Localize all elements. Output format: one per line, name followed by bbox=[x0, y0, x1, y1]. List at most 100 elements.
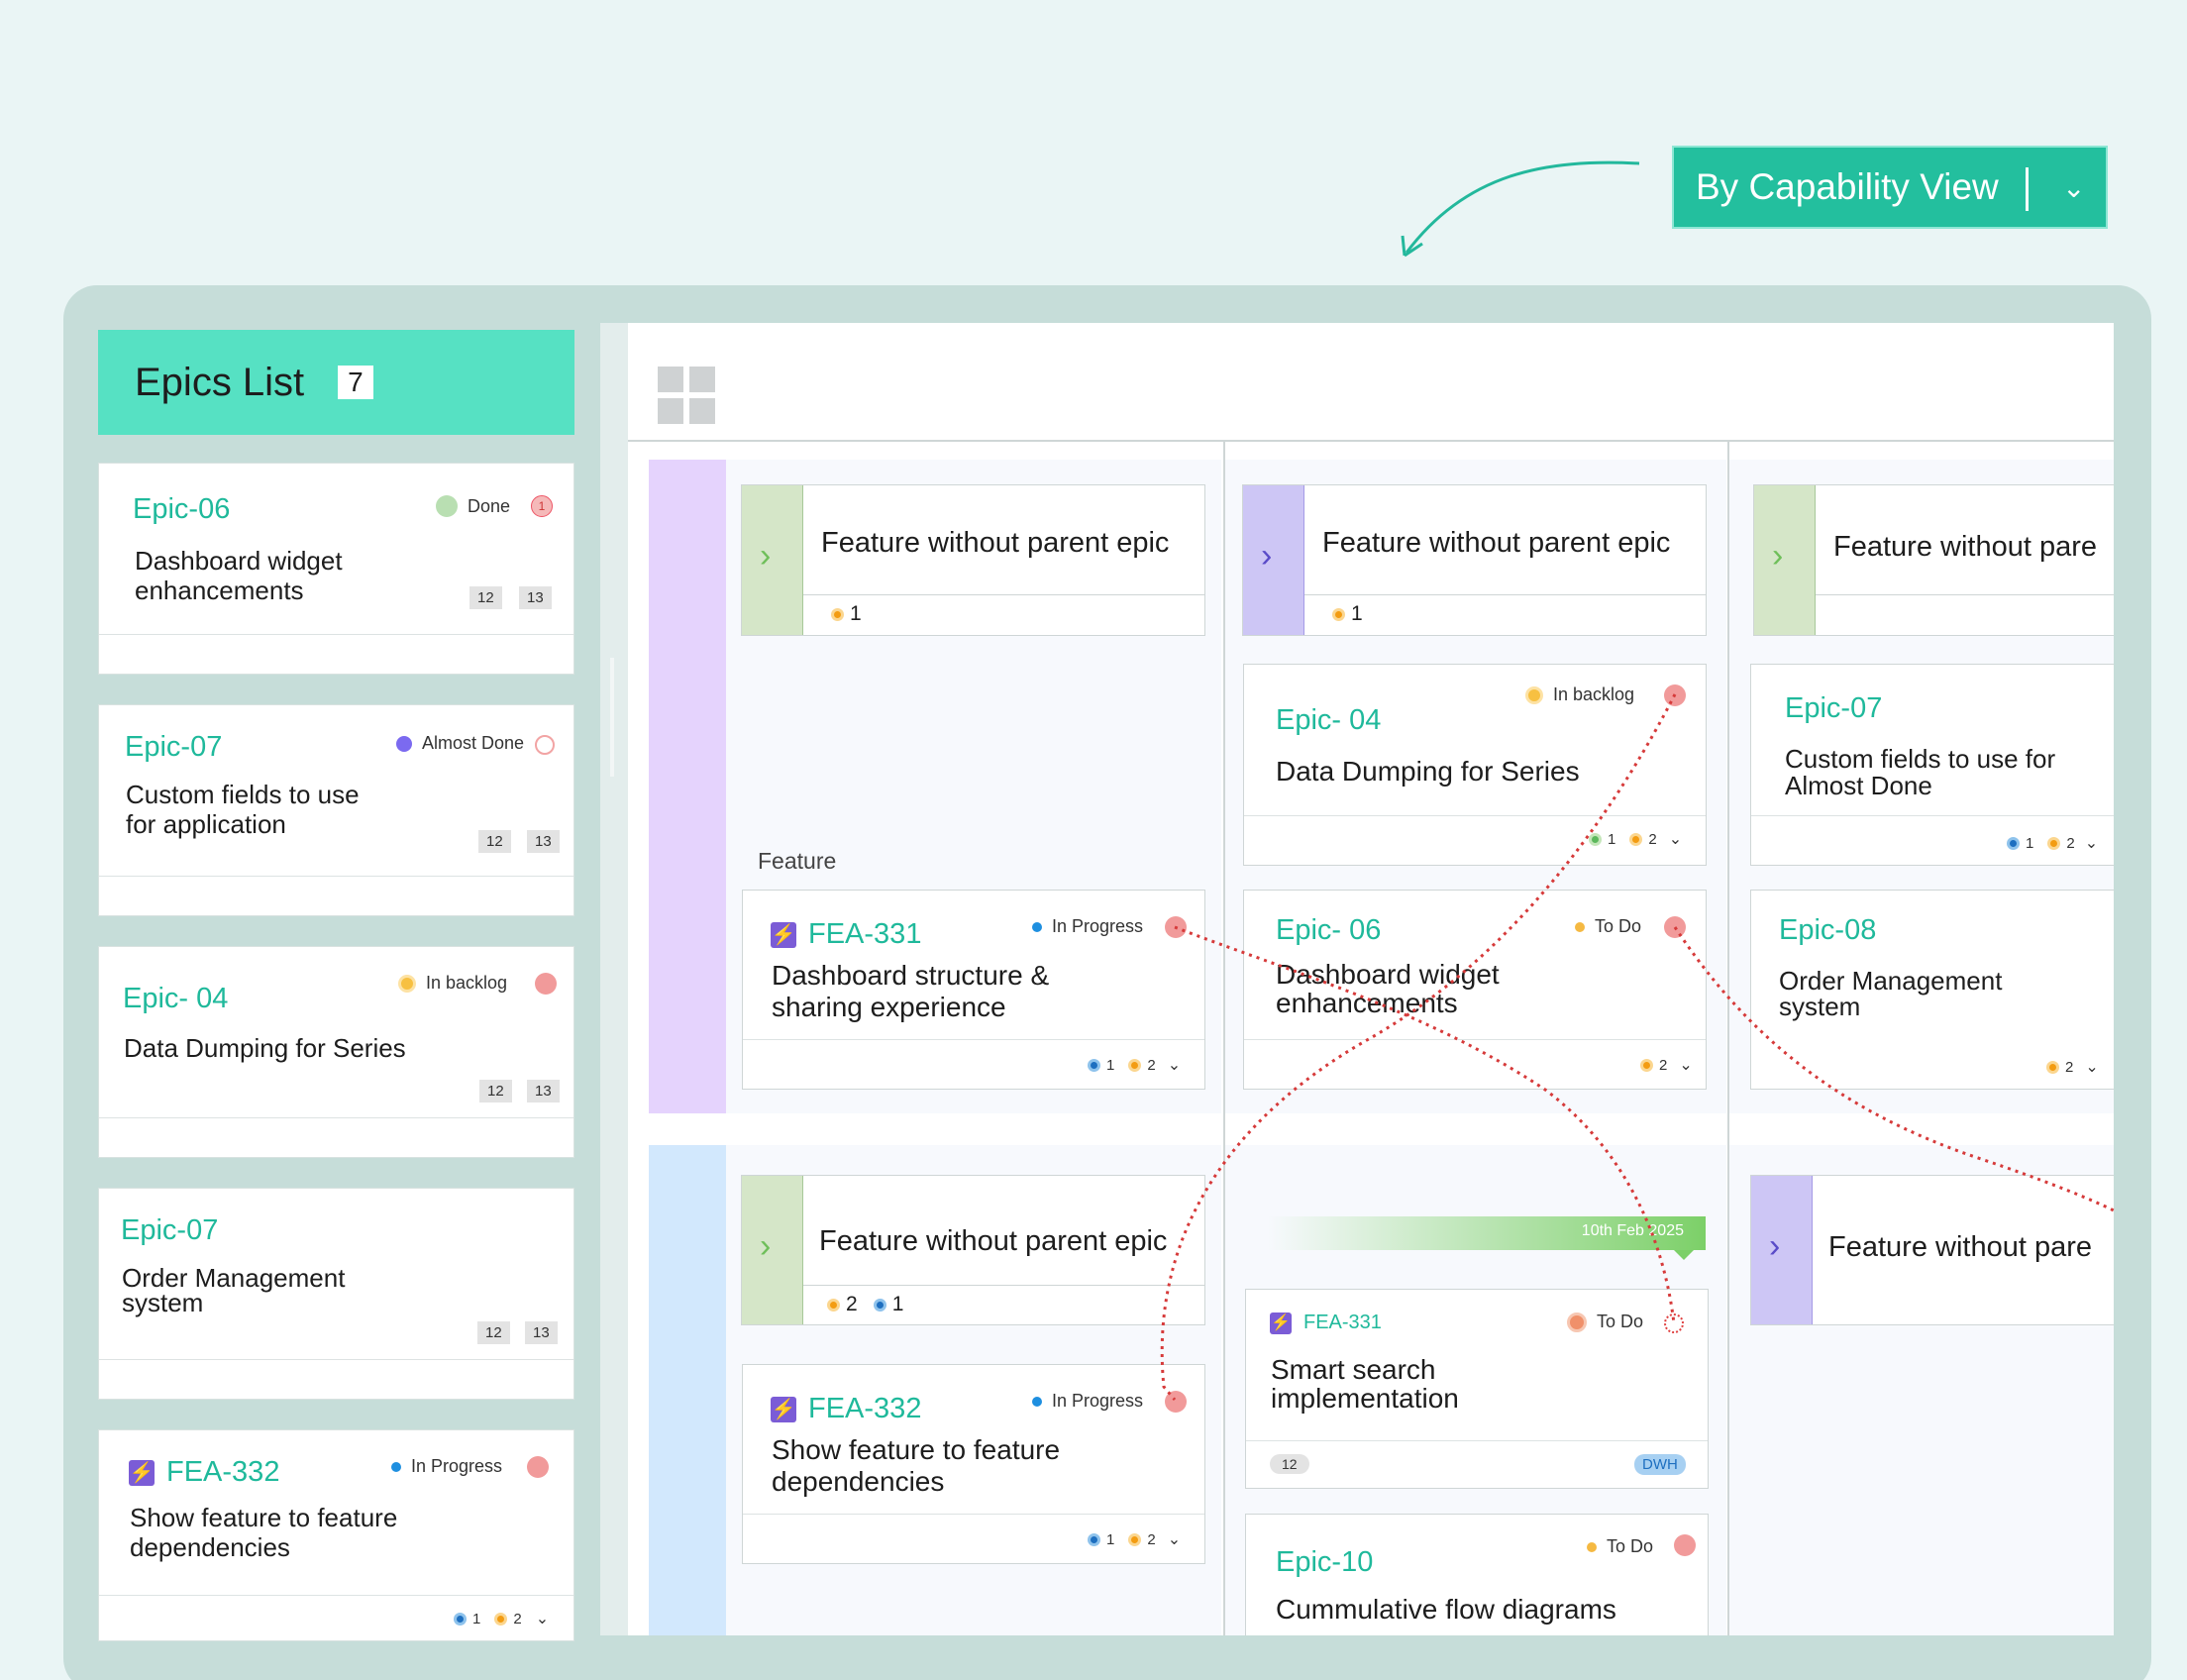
feature-id: ⚡ FEA-332 bbox=[129, 1456, 280, 1488]
child-counts: 1 bbox=[1332, 602, 1363, 626]
feature-card[interactable]: ⚡ FEA-331 In Progress Dashboard structure… bbox=[742, 890, 1205, 1090]
chevron-down-icon[interactable]: ⌄ bbox=[2085, 1057, 2098, 1077]
dependency-indicator-icon[interactable] bbox=[535, 735, 555, 755]
tag-chip: 13 bbox=[519, 586, 552, 609]
epic-card[interactable]: Epic-06 Done 1 Dashboard widget enhanceme… bbox=[98, 463, 574, 675]
feature-card[interactable]: ⚡ FEA-332 In Progress Show feature to fe… bbox=[98, 1429, 574, 1641]
status-badge: In backlog bbox=[1525, 684, 1634, 705]
tag-chip: 13 bbox=[525, 1321, 558, 1344]
feature-title: Show feature to feature dependencies bbox=[130, 1503, 398, 1562]
epic-id: Epic-07 bbox=[121, 1214, 219, 1246]
child-counts: 2 1 bbox=[827, 1293, 903, 1316]
chevron-right-icon[interactable]: › bbox=[1772, 537, 1783, 576]
chevron-right-icon[interactable]: › bbox=[760, 1227, 771, 1266]
blue-count-icon bbox=[1088, 1058, 1100, 1072]
epic-title: Dashboard widget enhancements bbox=[135, 546, 343, 605]
dependency-indicator-icon[interactable] bbox=[1664, 684, 1686, 706]
chevron-right-icon[interactable]: › bbox=[760, 537, 771, 576]
lightning-icon: ⚡ bbox=[1270, 1312, 1292, 1334]
child-counts: 1 2 ⌄ bbox=[1088, 1529, 1181, 1549]
chevron-down-icon[interactable]: ⌄ bbox=[2085, 833, 2098, 853]
panel-resize-handle[interactable] bbox=[600, 323, 628, 1635]
feature-group-title: Feature without parent epic bbox=[819, 1225, 1168, 1257]
orange-count-icon bbox=[827, 1298, 840, 1312]
epic-card[interactable]: Epic- 04 In backlog Data Dumping for Ser… bbox=[98, 946, 574, 1158]
timeline-date-label: 10th Feb 2025 bbox=[1581, 1222, 1684, 1239]
tag-chip: 13 bbox=[527, 830, 560, 853]
epic-id: Epic-10 bbox=[1276, 1546, 1374, 1578]
card-footer bbox=[99, 876, 573, 915]
epic-title: Data Dumping for Series bbox=[124, 1033, 406, 1063]
epic-card[interactable]: Epic-08 Order Management system 2 ⌄ bbox=[1750, 890, 2114, 1090]
orange-count-icon bbox=[494, 1612, 508, 1626]
epic-card[interactable]: Epic-10 To Do Cummulative flow diagrams bbox=[1245, 1514, 1709, 1635]
feature-card[interactable]: ⚡ FEA-332 In Progress Show feature to fea… bbox=[742, 1364, 1205, 1564]
chevron-right-icon[interactable]: › bbox=[1261, 537, 1272, 576]
epics-count-badge: 7 bbox=[338, 365, 373, 400]
feature-group-title: Feature without pare bbox=[1833, 531, 2097, 563]
epic-title: Data Dumping for Series bbox=[1276, 756, 1580, 787]
blue-count-icon bbox=[2007, 836, 2020, 850]
grid-view-icon[interactable] bbox=[658, 367, 717, 426]
chevron-down-icon[interactable]: ⌄ bbox=[1679, 1055, 1692, 1075]
status-badge: In Progress bbox=[1032, 916, 1143, 937]
feature-without-epic-card[interactable]: › Feature without pare bbox=[1750, 1175, 2114, 1325]
feature-without-epic-card[interactable]: › Feature without pare bbox=[1753, 484, 2114, 636]
feature-card[interactable]: ⚡ FEA-331 To Do Smart search implementatio… bbox=[1245, 1289, 1709, 1489]
status-dot-icon bbox=[398, 974, 416, 993]
green-count-icon bbox=[1589, 832, 1602, 846]
tag-chip: 12 bbox=[479, 1080, 512, 1102]
status-dot-icon bbox=[1032, 1396, 1042, 1407]
child-counts: 2 ⌄ bbox=[2046, 1057, 2099, 1077]
status-badge: Almost Done bbox=[396, 733, 524, 754]
chevron-right-icon[interactable]: › bbox=[1769, 1227, 1780, 1266]
status-badge: To Do bbox=[1587, 1536, 1653, 1557]
view-selector-dropdown[interactable]: By Capability View ⌄ bbox=[1672, 146, 2108, 229]
lightning-icon: ⚡ bbox=[771, 921, 796, 948]
chevron-down-icon[interactable]: ⌄ bbox=[1168, 1529, 1181, 1549]
status-dot-icon bbox=[436, 495, 458, 517]
orange-count-icon bbox=[2046, 1060, 2059, 1074]
dependency-indicator-icon[interactable] bbox=[527, 1456, 549, 1478]
epic-card[interactable]: Epic-07 Custom fields to use for Almost D… bbox=[1750, 664, 2114, 866]
tag-chip: 13 bbox=[527, 1080, 560, 1102]
epic-card[interactable]: Epic- 06 To Do Dashboard widget enhanceme… bbox=[1243, 890, 1707, 1090]
feature-id: ⚡ FEA-331 bbox=[771, 918, 922, 950]
status-dot-icon bbox=[391, 1461, 401, 1472]
dependency-indicator-icon[interactable] bbox=[1664, 1313, 1684, 1333]
dependency-indicator-icon[interactable] bbox=[1664, 916, 1686, 938]
status-dot-icon bbox=[1567, 1312, 1587, 1332]
epic-title: Cummulative flow diagrams bbox=[1276, 1594, 1616, 1625]
feature-group-title: Feature without parent epic bbox=[821, 527, 1170, 559]
dependency-indicator-icon[interactable]: 1 bbox=[531, 495, 553, 517]
child-counts: 1 2 ⌄ bbox=[2007, 833, 2098, 853]
orange-count-icon bbox=[1128, 1532, 1142, 1546]
dependency-indicator-icon[interactable] bbox=[1165, 916, 1187, 938]
feature-without-epic-card[interactable]: › Feature without parent epic 2 1 bbox=[741, 1175, 1205, 1325]
chevron-down-icon[interactable]: ⌄ bbox=[536, 1609, 549, 1628]
card-footer bbox=[99, 634, 573, 674]
card-footer bbox=[99, 1117, 573, 1157]
orange-count-icon bbox=[1332, 607, 1345, 621]
dependency-indicator-icon[interactable] bbox=[1674, 1534, 1696, 1556]
feature-without-epic-card[interactable]: › Feature without parent epic 1 bbox=[741, 484, 1205, 636]
card-footer bbox=[99, 1359, 573, 1399]
status-dot-icon bbox=[1032, 921, 1042, 932]
dependency-indicator-icon[interactable] bbox=[535, 973, 557, 995]
chevron-down-icon[interactable]: ⌄ bbox=[1168, 1055, 1181, 1075]
tag-chip: 12 bbox=[469, 586, 502, 609]
child-counts: 1 2 ⌄ bbox=[454, 1609, 549, 1628]
epic-card[interactable]: Epic-07 Almost Done Custom fields to use… bbox=[98, 704, 574, 916]
epic-title: Order Management system bbox=[1779, 966, 2003, 1021]
orange-count-icon bbox=[831, 607, 844, 621]
feature-without-epic-card[interactable]: › Feature without parent epic 1 bbox=[1242, 484, 1707, 636]
status-badge: In backlog bbox=[398, 973, 507, 994]
epic-card[interactable]: Epic-07 Order Management system 12 13 bbox=[98, 1188, 574, 1400]
chevron-down-icon[interactable]: ⌄ bbox=[1669, 829, 1682, 849]
status-dot-icon bbox=[396, 735, 412, 752]
dependency-indicator-icon[interactable] bbox=[1165, 1391, 1187, 1413]
epic-id: Epic-07 bbox=[1785, 692, 1883, 724]
epic-card[interactable]: Epic- 04 In backlog Data Dumping for Ser… bbox=[1243, 664, 1707, 866]
board-header-divider bbox=[628, 440, 2114, 442]
resize-grip[interactable] bbox=[610, 658, 614, 777]
